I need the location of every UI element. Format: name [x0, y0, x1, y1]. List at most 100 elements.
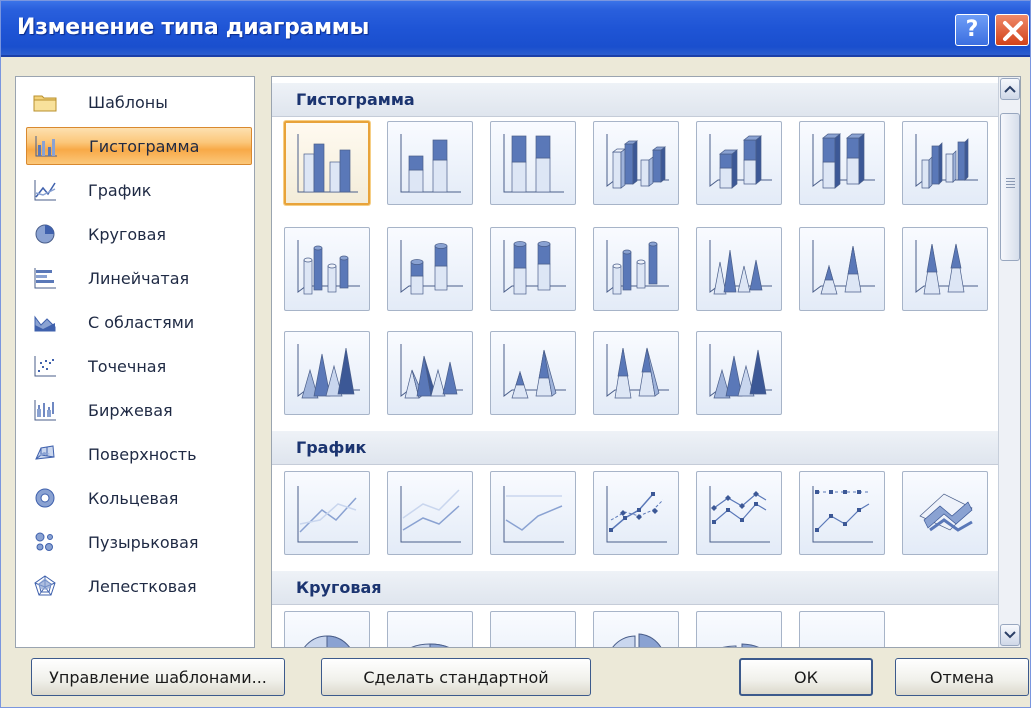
chart-type-stock[interactable]: Биржевая — [26, 391, 252, 429]
chart-type-label: Линейчатая — [88, 268, 190, 288]
chart-subtype-tile[interactable] — [593, 471, 679, 555]
close-button[interactable] — [995, 14, 1029, 46]
chart-subtype-tile[interactable] — [593, 121, 679, 205]
chart-subtype-tile[interactable] — [490, 121, 576, 205]
stacked-line-icon — [400, 486, 461, 543]
3d-clustered-column-icon — [606, 134, 669, 189]
stacked-column-icon — [400, 134, 461, 193]
dialog-title: Изменение типа диаграммы — [17, 15, 370, 40]
help-button[interactable]: ? — [955, 14, 989, 46]
chart-type-line[interactable]: График — [26, 171, 252, 209]
chart-subtype-tile[interactable] — [284, 331, 370, 415]
section-header-line: График — [272, 431, 998, 465]
exploded-3d-pie-icon — [722, 643, 759, 647]
chart-type-surface[interactable]: Поверхность — [26, 435, 252, 473]
chevron-down-icon — [1004, 631, 1016, 639]
chart-subtype-tile[interactable] — [284, 227, 370, 311]
chart-type-label: График — [88, 180, 152, 200]
bar-chart-icon — [32, 266, 58, 290]
chart-subtype-tile[interactable] — [696, 121, 782, 205]
chart-subtype-tile[interactable] — [902, 121, 988, 205]
title-bar[interactable]: Изменение типа диаграммы ? — [1, 1, 1030, 57]
pie-chart-icon — [304, 635, 350, 647]
chart-subtype-tile[interactable] — [696, 331, 782, 415]
percent-stacked-pyramid-icon — [606, 344, 669, 399]
clustered-column-icon — [297, 134, 358, 193]
scroll-thumb[interactable] — [1000, 113, 1020, 261]
percent-stacked-line-with-markers-icon — [812, 486, 873, 543]
stacked-cone-icon — [812, 240, 875, 295]
chart-subtype-tile[interactable] — [799, 121, 885, 205]
chart-subtype-tile[interactable] — [387, 471, 473, 555]
chart-subtype-tile[interactable] — [696, 227, 782, 311]
chart-type-label: Точечная — [88, 356, 167, 376]
section-header-pie: Круговая — [272, 571, 998, 605]
chart-subtype-tile[interactable] — [799, 227, 885, 311]
radar-chart-icon — [32, 574, 58, 598]
3d-pyramid-icon — [709, 344, 772, 399]
chart-subtype-tile[interactable] — [902, 471, 988, 555]
chart-subtype-gallery: Гистограмма График Круговая — [271, 76, 1021, 648]
chart-type-doughnut[interactable]: Кольцевая — [26, 479, 252, 517]
bar-of-pie-icon — [807, 620, 877, 648]
3d-stacked-column-icon — [709, 134, 772, 189]
pie-chart-icon — [32, 222, 58, 246]
chart-subtype-tile[interactable] — [490, 227, 576, 311]
percent-stacked-line-icon — [503, 486, 564, 543]
chart-subtype-tile[interactable] — [799, 611, 885, 648]
chart-type-bar[interactable]: Линейчатая — [26, 259, 252, 297]
scroll-down-button[interactable] — [1000, 624, 1020, 646]
chart-subtype-tile[interactable] — [593, 331, 679, 415]
chart-type-list: Шаблоны Гистограмма График Круговая Лине… — [15, 76, 255, 648]
chart-type-scatter[interactable]: Точечная — [26, 347, 252, 385]
chart-subtype-tile[interactable] — [490, 611, 576, 647]
chart-type-bubble[interactable]: Пузырьковая — [26, 523, 252, 561]
clustered-pyramid-icon — [400, 344, 463, 399]
percent-stacked-cylinder-icon — [503, 240, 566, 295]
section-title: График — [296, 438, 367, 457]
doughnut-chart-icon — [32, 486, 58, 510]
3d-pie-icon — [411, 643, 449, 647]
manage-templates-button[interactable]: Управление шаблонами... — [31, 658, 285, 696]
stacked-line-with-markers-icon — [709, 486, 770, 543]
chart-subtype-tile[interactable] — [387, 331, 473, 415]
chart-type-label: Пузырьковая — [88, 532, 199, 552]
chart-type-templates[interactable]: Шаблоны — [26, 83, 252, 121]
line-with-markers-icon — [606, 486, 667, 543]
area-chart-icon — [32, 310, 58, 334]
chart-subtype-tile[interactable] — [284, 611, 370, 647]
ok-button[interactable]: ОК — [739, 658, 873, 696]
3d-cylinder-icon — [606, 240, 669, 295]
chart-type-label: Лепестковая — [88, 576, 197, 596]
chart-subtype-tile[interactable] — [490, 331, 576, 415]
chart-subtype-tile[interactable] — [696, 611, 782, 647]
chart-subtype-tile[interactable] — [593, 611, 679, 647]
chart-type-radar[interactable]: Лепестковая — [26, 567, 252, 605]
scroll-up-button[interactable] — [1000, 78, 1020, 100]
line-chart-icon — [32, 178, 58, 202]
chart-type-column[interactable]: Гистограмма — [26, 127, 252, 165]
chart-subtype-tile[interactable] — [387, 611, 473, 647]
set-as-default-button[interactable]: Сделать стандартной — [321, 658, 591, 696]
chart-subtype-tile[interactable] — [284, 121, 370, 205]
3d-percent-stacked-column-icon — [812, 133, 875, 189]
chart-subtype-tile[interactable] — [593, 227, 679, 311]
chart-type-pie[interactable]: Круговая — [26, 215, 252, 253]
chart-subtype-tile[interactable] — [490, 471, 576, 555]
3d-column-icon — [915, 134, 978, 189]
chart-type-area[interactable]: С областями — [26, 303, 252, 341]
bubble-chart-icon — [32, 530, 58, 554]
gallery-scrollbar[interactable] — [998, 77, 1020, 647]
chart-type-label: Кольцевая — [88, 488, 179, 508]
chart-type-label: С областями — [88, 312, 195, 332]
chart-subtype-tile[interactable] — [284, 471, 370, 555]
close-icon — [1003, 21, 1023, 41]
clustered-cone-icon — [709, 240, 772, 295]
chart-subtype-tile[interactable] — [696, 471, 782, 555]
chart-subtype-tile[interactable] — [387, 227, 473, 311]
chart-subtype-tile[interactable] — [799, 471, 885, 555]
chart-subtype-tile[interactable] — [902, 227, 988, 311]
cancel-button[interactable]: Отмена — [895, 658, 1029, 696]
chart-subtype-tile[interactable] — [387, 121, 473, 205]
chart-type-label: Шаблоны — [88, 92, 168, 112]
